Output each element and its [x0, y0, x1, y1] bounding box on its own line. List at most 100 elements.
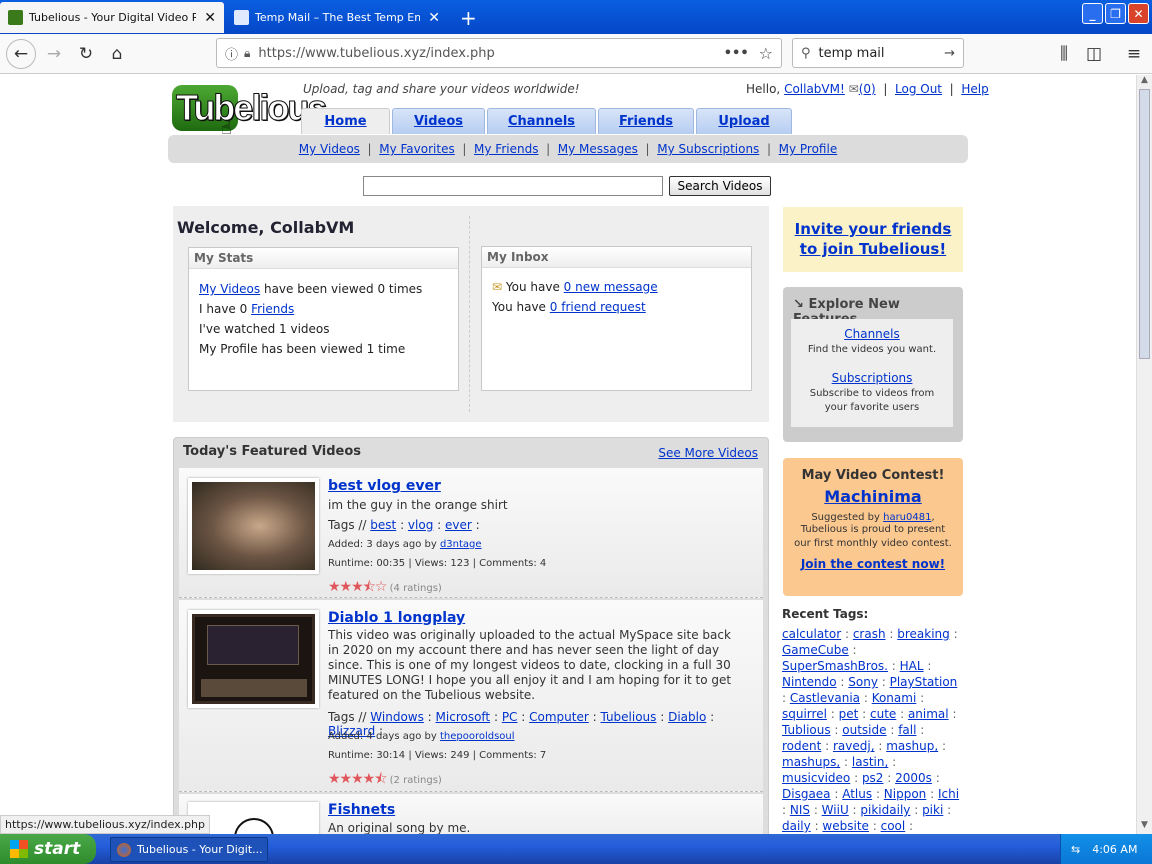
close-tab-icon[interactable]: ✕ [428, 10, 440, 26]
subnav-my-favorites[interactable]: My Favorites [379, 142, 454, 156]
home-icon[interactable]: ⌂ [103, 40, 131, 68]
recent-tag-link[interactable]: GameCube [782, 643, 849, 657]
message-count-link[interactable]: (0) [859, 82, 876, 96]
subnav-my-profile[interactable]: My Profile [779, 142, 838, 156]
recent-tag-link[interactable]: cool [881, 819, 906, 833]
search-bar[interactable]: ⚲ temp mail → [792, 38, 964, 68]
recent-tag-link[interactable]: WiiU [822, 803, 849, 817]
scroll-up-arrow-icon[interactable]: ▲ [1137, 75, 1152, 89]
recent-tag-link[interactable]: crash [853, 627, 886, 641]
recent-tag-link[interactable]: 2000s [895, 771, 932, 785]
nav-tab-home[interactable]: Home [301, 108, 390, 134]
video-title-link[interactable]: best vlog ever [328, 478, 441, 494]
recent-tag-link[interactable]: Nippon [884, 787, 927, 801]
video-title-link[interactable]: Diablo 1 longplay [328, 610, 465, 626]
search-input[interactable]: temp mail [819, 46, 945, 61]
subnav-my-friends[interactable]: My Friends [474, 142, 538, 156]
tag-link[interactable]: best [370, 518, 396, 532]
close-window-button[interactable]: ✕ [1128, 3, 1149, 24]
invite-friends-link[interactable]: Invite your friends to join Tubelious! [783, 219, 963, 259]
tab-temp-mail[interactable]: Temp Mail – The Best Temp Email ✕ [226, 2, 448, 33]
recent-tag-link[interactable]: website [822, 819, 869, 833]
help-link[interactable]: Help [961, 82, 988, 96]
vertical-scrollbar[interactable]: ▲ ▼ [1136, 75, 1152, 834]
logout-link[interactable]: Log Out [895, 82, 942, 96]
nav-tab-label[interactable]: Home [324, 114, 366, 129]
nav-tab-label[interactable]: Channels [508, 114, 575, 129]
recent-tag-link[interactable]: piki [922, 803, 943, 817]
recent-tag-link[interactable]: squirrel [782, 707, 827, 721]
reload-icon[interactable]: ↻ [72, 40, 100, 68]
subscriptions-link[interactable]: Subscriptions [832, 371, 913, 385]
subnav-my-videos[interactable]: My Videos [299, 142, 360, 156]
nav-tab-label[interactable]: Upload [718, 114, 769, 129]
recent-tag-link[interactable]: SuperSmashBros. [782, 659, 888, 673]
tag-link[interactable]: Microsoft [436, 710, 491, 724]
tag-link[interactable]: Computer [529, 710, 589, 724]
video-thumbnail[interactable] [188, 610, 319, 708]
network-icon[interactable]: ⇆ [1071, 843, 1080, 856]
taskbar-item-tubelious[interactable]: Tubelious - Your Digit... [110, 837, 268, 862]
sidebar-icon[interactable]: ◫ [1080, 40, 1108, 68]
search-videos-button[interactable]: Search Videos [669, 176, 771, 196]
tag-link[interactable]: Diablo [668, 710, 706, 724]
my-videos-link[interactable]: My Videos [199, 282, 260, 296]
subnav-my-subscriptions[interactable]: My Subscriptions [657, 142, 759, 156]
new-tab-button[interactable]: + [452, 2, 482, 33]
url-bar[interactable]: ⓘ 🔒︎ https://www.tubelious.xyz/index.php… [216, 38, 782, 68]
recent-tag-link[interactable]: mashups, [782, 755, 840, 769]
suggested-user-link[interactable]: haru0481 [883, 512, 931, 523]
nav-tab-channels[interactable]: Channels [487, 108, 596, 134]
back-icon[interactable]: ← [6, 39, 36, 69]
recent-tag-link[interactable]: musicvideo [782, 771, 850, 785]
new-message-link[interactable]: 0 new message [564, 280, 658, 294]
author-link[interactable]: thepooroldsoul [440, 731, 515, 742]
recent-tag-link[interactable]: HAL [900, 659, 924, 673]
recent-tag-link[interactable]: Atlus [842, 787, 872, 801]
see-more-videos-link[interactable]: See More Videos [658, 446, 758, 460]
join-contest-link[interactable]: Join the contest now! [783, 557, 963, 571]
recent-tag-link[interactable]: rodent [782, 739, 821, 753]
menu-icon[interactable]: ≡ [1120, 40, 1148, 68]
recent-tag-link[interactable]: Sony [848, 675, 878, 689]
tab-tubelious[interactable]: Tubelious - Your Digital Video Repo ✕ [0, 2, 224, 33]
username-link[interactable]: CollabVM! [784, 82, 845, 96]
recent-tag-link[interactable]: fall [898, 723, 916, 737]
search-go-icon[interactable]: → [944, 46, 955, 61]
forward-icon[interactable]: → [40, 40, 68, 68]
site-logo[interactable]: Tubelious [172, 81, 328, 131]
library-icon[interactable]: ⫼ [1050, 40, 1078, 68]
subnav-my-messages[interactable]: My Messages [558, 142, 638, 156]
recent-tag-link[interactable]: animal [908, 707, 949, 721]
recent-tag-link[interactable]: Castlevania [790, 691, 860, 705]
minimize-button[interactable]: _ [1082, 3, 1103, 24]
mail-icon[interactable]: ✉ [849, 82, 859, 96]
maximize-button[interactable]: ❐ [1105, 3, 1126, 24]
info-icon[interactable]: ⓘ [225, 44, 238, 63]
recent-tag-link[interactable]: NIS [790, 803, 810, 817]
friend-request-link[interactable]: 0 friend request [550, 300, 646, 314]
scroll-thumb[interactable] [1139, 89, 1150, 359]
tag-link[interactable]: Windows [370, 710, 424, 724]
nav-tab-friends[interactable]: Friends [598, 108, 694, 134]
contest-name-link[interactable]: Machinima [783, 487, 963, 506]
start-button[interactable]: start [0, 834, 96, 864]
recent-tag-link[interactable]: calculator [782, 627, 841, 641]
recent-tag-link[interactable]: outside [842, 723, 886, 737]
scroll-down-arrow-icon[interactable]: ▼ [1137, 820, 1152, 834]
channels-link[interactable]: Channels [844, 327, 900, 341]
recent-tag-link[interactable]: Ichi [938, 787, 959, 801]
tag-link[interactable]: Tubelious [600, 710, 656, 724]
tag-link[interactable]: PC [502, 710, 518, 724]
nav-tab-videos[interactable]: Videos [392, 108, 485, 134]
recent-tag-link[interactable]: PlayStation [890, 675, 958, 689]
recent-tag-link[interactable]: pet [839, 707, 859, 721]
recent-tag-link[interactable]: Nintendo [782, 675, 837, 689]
recent-tag-link[interactable]: lastin, [852, 755, 888, 769]
recent-tag-link[interactable]: Konami [872, 691, 917, 705]
recent-tag-link[interactable]: pikidaily [860, 803, 910, 817]
recent-tag-link[interactable]: breaking [897, 627, 950, 641]
recent-tag-link[interactable]: Disgaea [782, 787, 831, 801]
close-tab-icon[interactable]: ✕ [204, 10, 216, 26]
nav-tab-label[interactable]: Videos [414, 114, 463, 129]
